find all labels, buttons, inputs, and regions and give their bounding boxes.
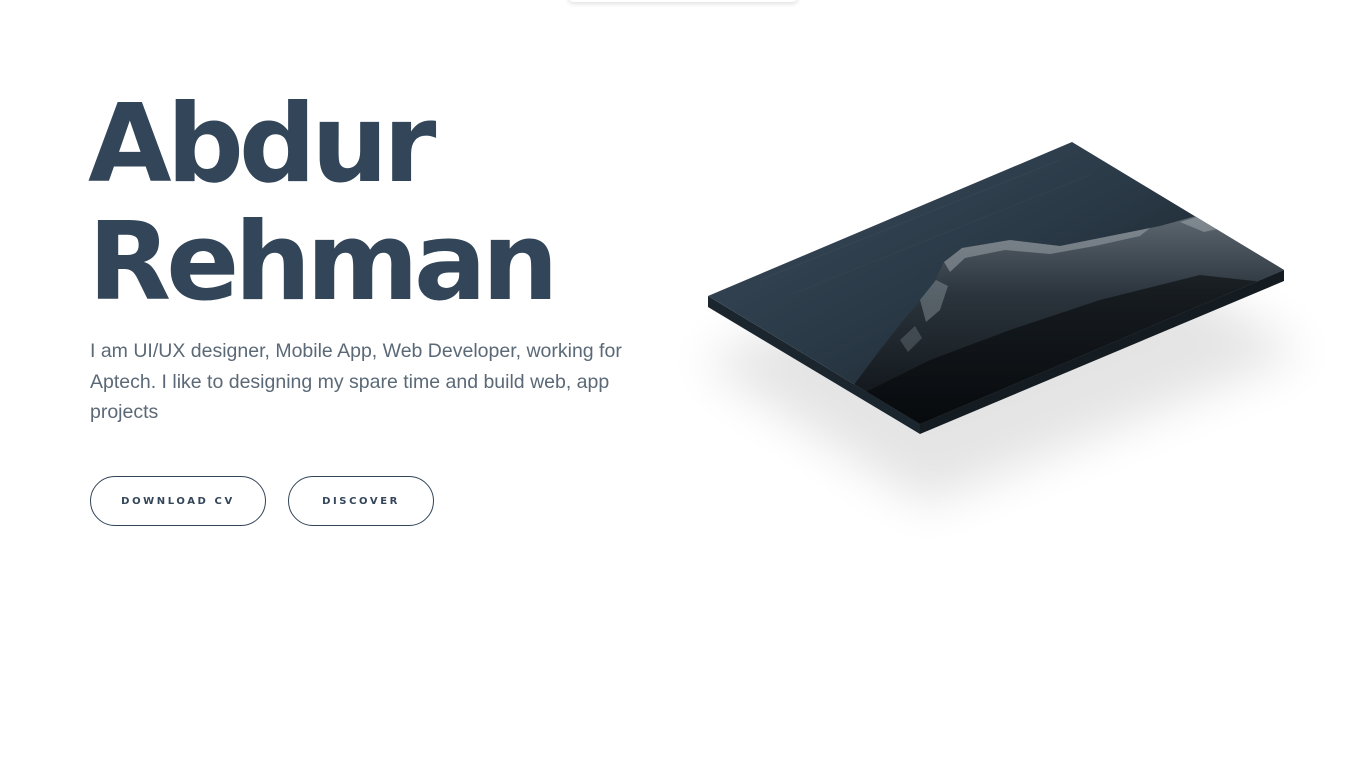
hero-name-last: Rehman (88, 200, 559, 325)
hero-name: Abdur Rehman (88, 82, 559, 325)
top-edge-card (568, 0, 798, 2)
hero-name-first: Abdur (88, 82, 436, 207)
hero-description: I am UI/UX designer, Mobile App, Web Dev… (90, 340, 622, 423)
download-cv-button[interactable]: DOWNLOAD CV (90, 476, 266, 526)
discover-button[interactable]: DISCOVER (288, 476, 434, 526)
isometric-mountain-photo (700, 142, 1305, 505)
